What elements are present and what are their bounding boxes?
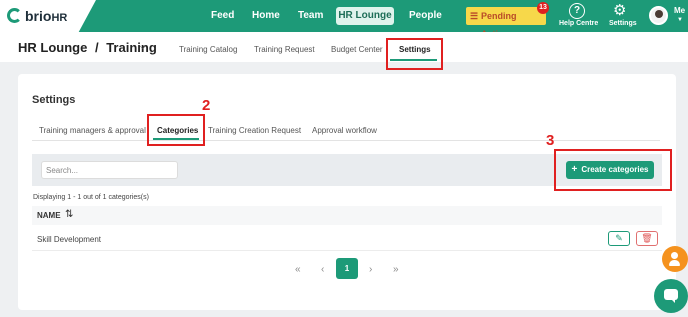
page-title: Settings bbox=[32, 94, 76, 106]
logo-icon bbox=[7, 8, 22, 23]
nav-hr-lounge[interactable]: HR Lounge bbox=[336, 7, 394, 25]
pending-count-badge: 13 bbox=[537, 2, 549, 14]
results-count: Displaying 1 - 1 out of 1 categories(s) bbox=[33, 194, 149, 201]
first-page-button[interactable]: « bbox=[295, 264, 301, 275]
next-page-button[interactable]: › bbox=[369, 264, 372, 275]
annotation-box-categories bbox=[147, 114, 205, 146]
chat-icon[interactable] bbox=[654, 279, 688, 313]
sort-icon[interactable]: ⇅ bbox=[65, 209, 73, 220]
tab-training-creation-request[interactable]: Training Creation Request bbox=[208, 126, 301, 135]
me-label[interactable]: Me bbox=[674, 6, 685, 15]
tabs-divider bbox=[32, 140, 660, 141]
nav-team[interactable]: Team bbox=[298, 10, 323, 21]
chevron-down-icon[interactable]: ⌵ bbox=[139, 41, 147, 52]
breadcrumb: HR Lounge / Training bbox=[18, 40, 157, 55]
prev-page-button[interactable]: ‹ bbox=[321, 264, 324, 275]
person-body bbox=[669, 260, 680, 266]
tab-training-managers[interactable]: Training managers & approval bbox=[39, 126, 146, 135]
column-header-name[interactable]: NAME bbox=[37, 211, 61, 220]
chat-bubble-tail bbox=[671, 299, 675, 303]
tab-training-catalog[interactable]: Training Catalog bbox=[179, 45, 237, 54]
person-head bbox=[671, 252, 678, 259]
nav-people[interactable]: People bbox=[409, 10, 442, 21]
search-input[interactable] bbox=[41, 161, 178, 179]
trash-icon[interactable]: 🗑 bbox=[636, 231, 658, 246]
question-icon[interactable]: ? bbox=[569, 3, 585, 19]
gear-icon[interactable]: ⚙ bbox=[613, 3, 626, 18]
tab-training-request[interactable]: Training Request bbox=[254, 45, 315, 54]
annotation-box-settings bbox=[386, 38, 443, 70]
avatar[interactable] bbox=[649, 6, 668, 25]
annotation-step-3: 3 bbox=[546, 132, 555, 149]
table-row bbox=[32, 226, 662, 251]
table-header bbox=[32, 206, 662, 225]
breadcrumb-separator: / bbox=[94, 40, 99, 55]
create-categories-button[interactable]: + Create categories bbox=[566, 161, 654, 179]
pending-actions-button[interactable]: ☰ Pending Actions bbox=[466, 7, 546, 39]
help-centre-label[interactable]: Help Centre bbox=[559, 20, 598, 27]
user-help-icon[interactable] bbox=[662, 246, 688, 272]
nav-home[interactable]: Home bbox=[252, 10, 280, 21]
last-page-button[interactable]: » bbox=[393, 264, 399, 275]
plus-icon: + bbox=[571, 164, 578, 175]
category-name: Skill Development bbox=[37, 235, 102, 244]
create-categories-label: Create categories bbox=[581, 165, 649, 174]
breadcrumb-section[interactable]: HR Lounge bbox=[18, 40, 87, 55]
tab-budget-center[interactable]: Budget Center bbox=[331, 45, 383, 54]
caret-down-icon[interactable]: ▼ bbox=[677, 17, 683, 23]
logo-text: brioHR bbox=[25, 8, 68, 24]
settings-label[interactable]: Settings bbox=[609, 20, 637, 27]
edit-icon[interactable]: ✎ bbox=[608, 231, 630, 246]
annotation-step-2: 2 bbox=[202, 97, 211, 114]
tab-approval-workflow[interactable]: Approval workflow bbox=[312, 126, 377, 135]
nav-feed[interactable]: Feed bbox=[211, 10, 234, 21]
breadcrumb-page: Training bbox=[106, 40, 157, 55]
list-icon: ☰ bbox=[470, 11, 479, 21]
page-1-button[interactable]: 1 bbox=[336, 258, 358, 279]
